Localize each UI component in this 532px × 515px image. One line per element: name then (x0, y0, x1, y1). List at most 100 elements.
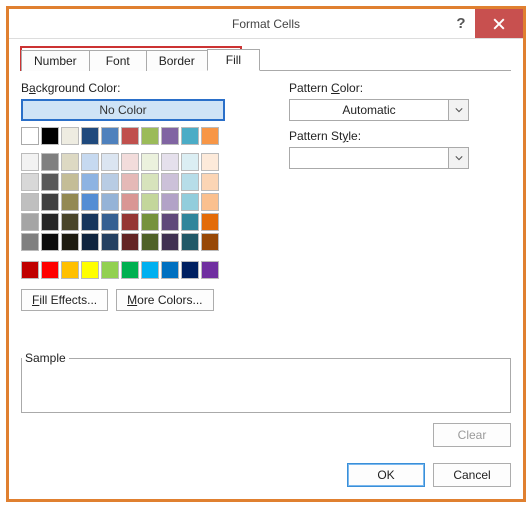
color-swatch[interactable] (161, 233, 179, 251)
format-cells-dialog: Format Cells ? Number Font Border Fill B… (6, 6, 526, 502)
sample-box: Sample (21, 351, 511, 413)
color-swatch[interactable] (61, 173, 79, 191)
color-swatch[interactable] (41, 261, 59, 279)
tab-font[interactable]: Font (89, 50, 147, 71)
pattern-color-value: Automatic (290, 103, 448, 117)
color-swatch[interactable] (101, 127, 119, 145)
chevron-down-icon (448, 100, 468, 120)
color-swatch[interactable] (61, 193, 79, 211)
color-swatch[interactable] (181, 233, 199, 251)
color-swatch[interactable] (121, 213, 139, 231)
color-swatch[interactable] (61, 127, 79, 145)
ok-button[interactable]: OK (347, 463, 425, 487)
color-swatch[interactable] (141, 193, 159, 211)
color-swatch[interactable] (21, 127, 39, 145)
pattern-style-dropdown[interactable] (289, 147, 469, 169)
help-button[interactable]: ? (447, 9, 475, 38)
color-swatch[interactable] (161, 173, 179, 191)
color-swatch[interactable] (121, 233, 139, 251)
color-swatch[interactable] (201, 193, 219, 211)
color-swatch[interactable] (181, 153, 199, 171)
color-swatch[interactable] (121, 193, 139, 211)
color-swatch[interactable] (101, 213, 119, 231)
color-swatch[interactable] (121, 127, 139, 145)
color-swatch[interactable] (41, 127, 59, 145)
color-swatch[interactable] (81, 193, 99, 211)
color-swatch[interactable] (101, 153, 119, 171)
color-swatch[interactable] (141, 173, 159, 191)
color-swatch[interactable] (141, 213, 159, 231)
color-swatch[interactable] (201, 153, 219, 171)
color-swatch[interactable] (81, 153, 99, 171)
color-swatch[interactable] (141, 261, 159, 279)
color-swatch[interactable] (61, 153, 79, 171)
close-button[interactable] (475, 9, 523, 38)
color-swatch[interactable] (161, 153, 179, 171)
pattern-color-label: Pattern Color: (289, 81, 469, 95)
sample-label: Sample (22, 351, 69, 365)
tabs: Number Font Border Fill (21, 47, 511, 71)
color-swatch[interactable] (201, 213, 219, 231)
color-swatch[interactable] (161, 261, 179, 279)
color-swatch[interactable] (41, 153, 59, 171)
color-swatch[interactable] (81, 213, 99, 231)
color-swatch[interactable] (81, 261, 99, 279)
color-swatch[interactable] (61, 233, 79, 251)
color-swatch[interactable] (121, 173, 139, 191)
color-swatch[interactable] (141, 233, 159, 251)
chevron-down-icon (448, 148, 468, 168)
theme-colors-row (21, 127, 261, 145)
pattern-style-label: Pattern Style: (289, 129, 469, 143)
color-swatch[interactable] (121, 153, 139, 171)
fill-effects-button[interactable]: Fill Effects... (21, 289, 108, 311)
color-swatch[interactable] (61, 213, 79, 231)
pattern-color-dropdown[interactable]: Automatic (289, 99, 469, 121)
more-colors-button[interactable]: More Colors... (116, 289, 213, 311)
tab-number[interactable]: Number (21, 50, 90, 71)
dialog-title: Format Cells (232, 17, 300, 31)
color-swatch[interactable] (81, 173, 99, 191)
color-swatch[interactable] (161, 193, 179, 211)
color-swatch[interactable] (21, 213, 39, 231)
color-swatch[interactable] (21, 261, 39, 279)
color-swatch[interactable] (201, 261, 219, 279)
color-swatch[interactable] (41, 193, 59, 211)
tab-fill[interactable]: Fill (207, 49, 260, 71)
color-swatch[interactable] (41, 233, 59, 251)
color-swatch[interactable] (201, 173, 219, 191)
standard-colors-row (21, 261, 261, 279)
clear-button[interactable]: Clear (433, 423, 511, 447)
no-color-button[interactable]: No Color (21, 99, 225, 121)
color-swatch[interactable] (41, 213, 59, 231)
titlebar: Format Cells ? (9, 9, 523, 39)
color-swatch[interactable] (201, 233, 219, 251)
color-swatch[interactable] (141, 127, 159, 145)
color-swatch[interactable] (181, 213, 199, 231)
close-icon (493, 18, 505, 30)
color-swatch[interactable] (161, 127, 179, 145)
color-swatch[interactable] (181, 261, 199, 279)
color-swatch[interactable] (121, 261, 139, 279)
color-swatch[interactable] (21, 153, 39, 171)
color-swatch[interactable] (101, 233, 119, 251)
color-swatch[interactable] (81, 127, 99, 145)
background-color-label: Background Color: (21, 81, 261, 95)
color-swatch[interactable] (21, 173, 39, 191)
cancel-button[interactable]: Cancel (433, 463, 511, 487)
color-swatch[interactable] (21, 193, 39, 211)
color-swatch[interactable] (101, 173, 119, 191)
color-swatch[interactable] (101, 193, 119, 211)
color-swatch[interactable] (181, 173, 199, 191)
color-swatch[interactable] (181, 193, 199, 211)
color-swatch[interactable] (101, 261, 119, 279)
color-swatch[interactable] (181, 127, 199, 145)
color-swatch[interactable] (41, 173, 59, 191)
color-swatch[interactable] (161, 213, 179, 231)
color-swatch[interactable] (61, 261, 79, 279)
color-swatch[interactable] (21, 233, 39, 251)
color-swatch[interactable] (81, 233, 99, 251)
color-swatch[interactable] (141, 153, 159, 171)
theme-tints-grid (21, 153, 261, 251)
tab-border[interactable]: Border (146, 50, 208, 71)
color-swatch[interactable] (201, 127, 219, 145)
